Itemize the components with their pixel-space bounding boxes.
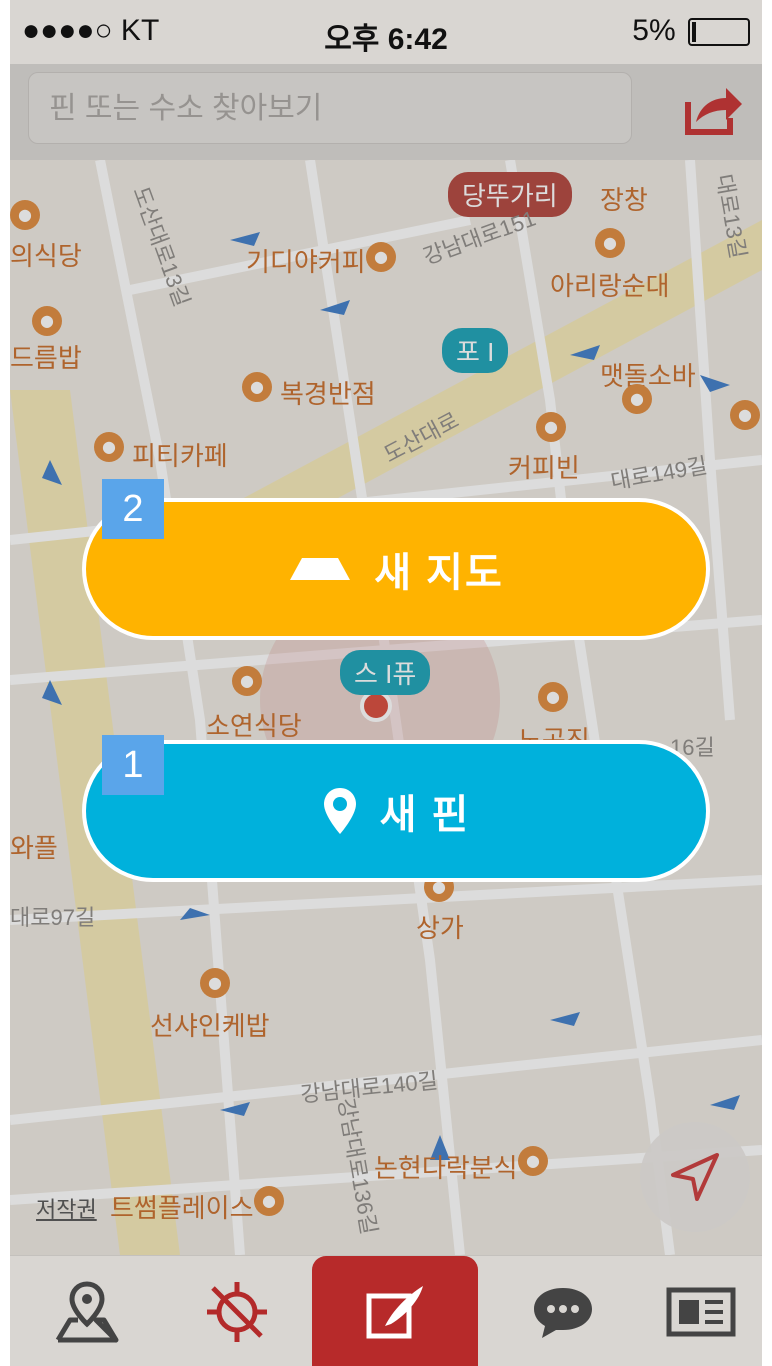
place-trusplace[interactable]: 트썸플레이스 (110, 1188, 254, 1225)
map-pin-icon (55, 1280, 119, 1342)
share-icon (685, 88, 742, 135)
restaurant-icon: ● (232, 666, 262, 696)
search-input[interactable]: 핀 또는 수소 찾아보기 (28, 72, 632, 144)
status-right: 5% (632, 14, 750, 48)
restaurant-icon: ● (200, 968, 230, 998)
share-button[interactable] (682, 78, 744, 140)
cafe-icon: ● (32, 306, 62, 336)
place-wafle[interactable]: 와플 (10, 828, 58, 865)
place-bokgyeong[interactable]: 복경반점 (280, 374, 376, 411)
current-location-button[interactable] (640, 1122, 750, 1232)
news-icon (666, 1287, 736, 1336)
step-badge-2: 2 (102, 479, 164, 539)
tab-compose[interactable] (312, 1256, 478, 1366)
restaurant-icon: ● (518, 1146, 548, 1176)
place-jangchang[interactable]: 장창 (600, 180, 648, 217)
search-header: 핀 또는 수소 찾아보기 (10, 64, 762, 161)
battery-percent: 5% (632, 14, 676, 47)
restaurant-icon: ● (622, 384, 652, 414)
new-map-button[interactable]: 새 지도 (82, 498, 710, 640)
cafe-icon: ● (254, 1186, 284, 1216)
tab-news[interactable] (626, 1256, 762, 1366)
place-info[interactable]: 포 I (442, 328, 509, 373)
road-gangnam-97: 대로97길 (10, 905, 96, 930)
map-view[interactable]: 당뚜가리 장창 ● 의식당 기디야커피 ● ● 아리랑순대 ● 드름밥 포 I … (10, 160, 762, 1255)
pin-icon (322, 786, 358, 836)
place-sipu[interactable]: 스 I퓨 (340, 650, 431, 695)
tab-chat[interactable] (488, 1256, 638, 1366)
step-badge-1: 1 (102, 735, 164, 795)
restaurant-icon: ● (538, 682, 568, 712)
tab-explore[interactable] (162, 1256, 312, 1366)
folded-map-icon (288, 556, 352, 582)
place-coffee-bean[interactable]: 커피빈 (508, 448, 580, 485)
tab-bar (10, 1255, 762, 1366)
restaurant-icon: ● (10, 200, 40, 230)
place-pitti-cafe[interactable]: 피티카페 (132, 436, 228, 473)
restaurant-icon: ● (242, 372, 272, 402)
place-left-food[interactable]: 의식당 (10, 236, 82, 273)
cafe-icon: ● (94, 432, 124, 462)
place-arirang[interactable]: 아리랑순대 (550, 266, 670, 303)
place-left-drum[interactable]: 드름밥 (10, 338, 82, 375)
location-arrow-icon (671, 1153, 719, 1201)
cafe-icon: ● (730, 400, 760, 430)
compose-icon (366, 1285, 423, 1338)
place-nonhyeon[interactable]: 논현다락분식 (374, 1148, 518, 1185)
tab-map[interactable] (12, 1256, 162, 1366)
chat-icon (534, 1287, 592, 1338)
place-maetdol[interactable]: 맷돌소바 (600, 356, 696, 393)
app-screen: ●●●●○ KT 오후 6:42 5% 핀 또는 수소 찾아보기 당뚜가리 장창… (10, 0, 762, 1366)
new-pin-label: 새 핀 (379, 793, 471, 837)
place-sangga[interactable]: 상가 (416, 908, 464, 945)
new-map-label: 새 지도 (374, 551, 504, 595)
battery-icon (688, 18, 750, 47)
new-pin-button[interactable]: 새 핀 (82, 740, 710, 882)
map-copyright-link[interactable]: 저작권 (36, 1192, 97, 1224)
place-seonsha[interactable]: 선샤인케밥 (150, 1006, 270, 1043)
place-soyeon[interactable]: 소연식당 (206, 706, 302, 743)
status-bar: ●●●●○ KT 오후 6:42 5% (10, 0, 762, 64)
compass-icon (207, 1281, 267, 1342)
restaurant-icon: ● (595, 228, 625, 258)
place-gidiya-cafe[interactable]: 기디야커피 (246, 242, 366, 279)
cafe-icon: ● (536, 412, 566, 442)
cafe-icon: ● (366, 242, 396, 272)
